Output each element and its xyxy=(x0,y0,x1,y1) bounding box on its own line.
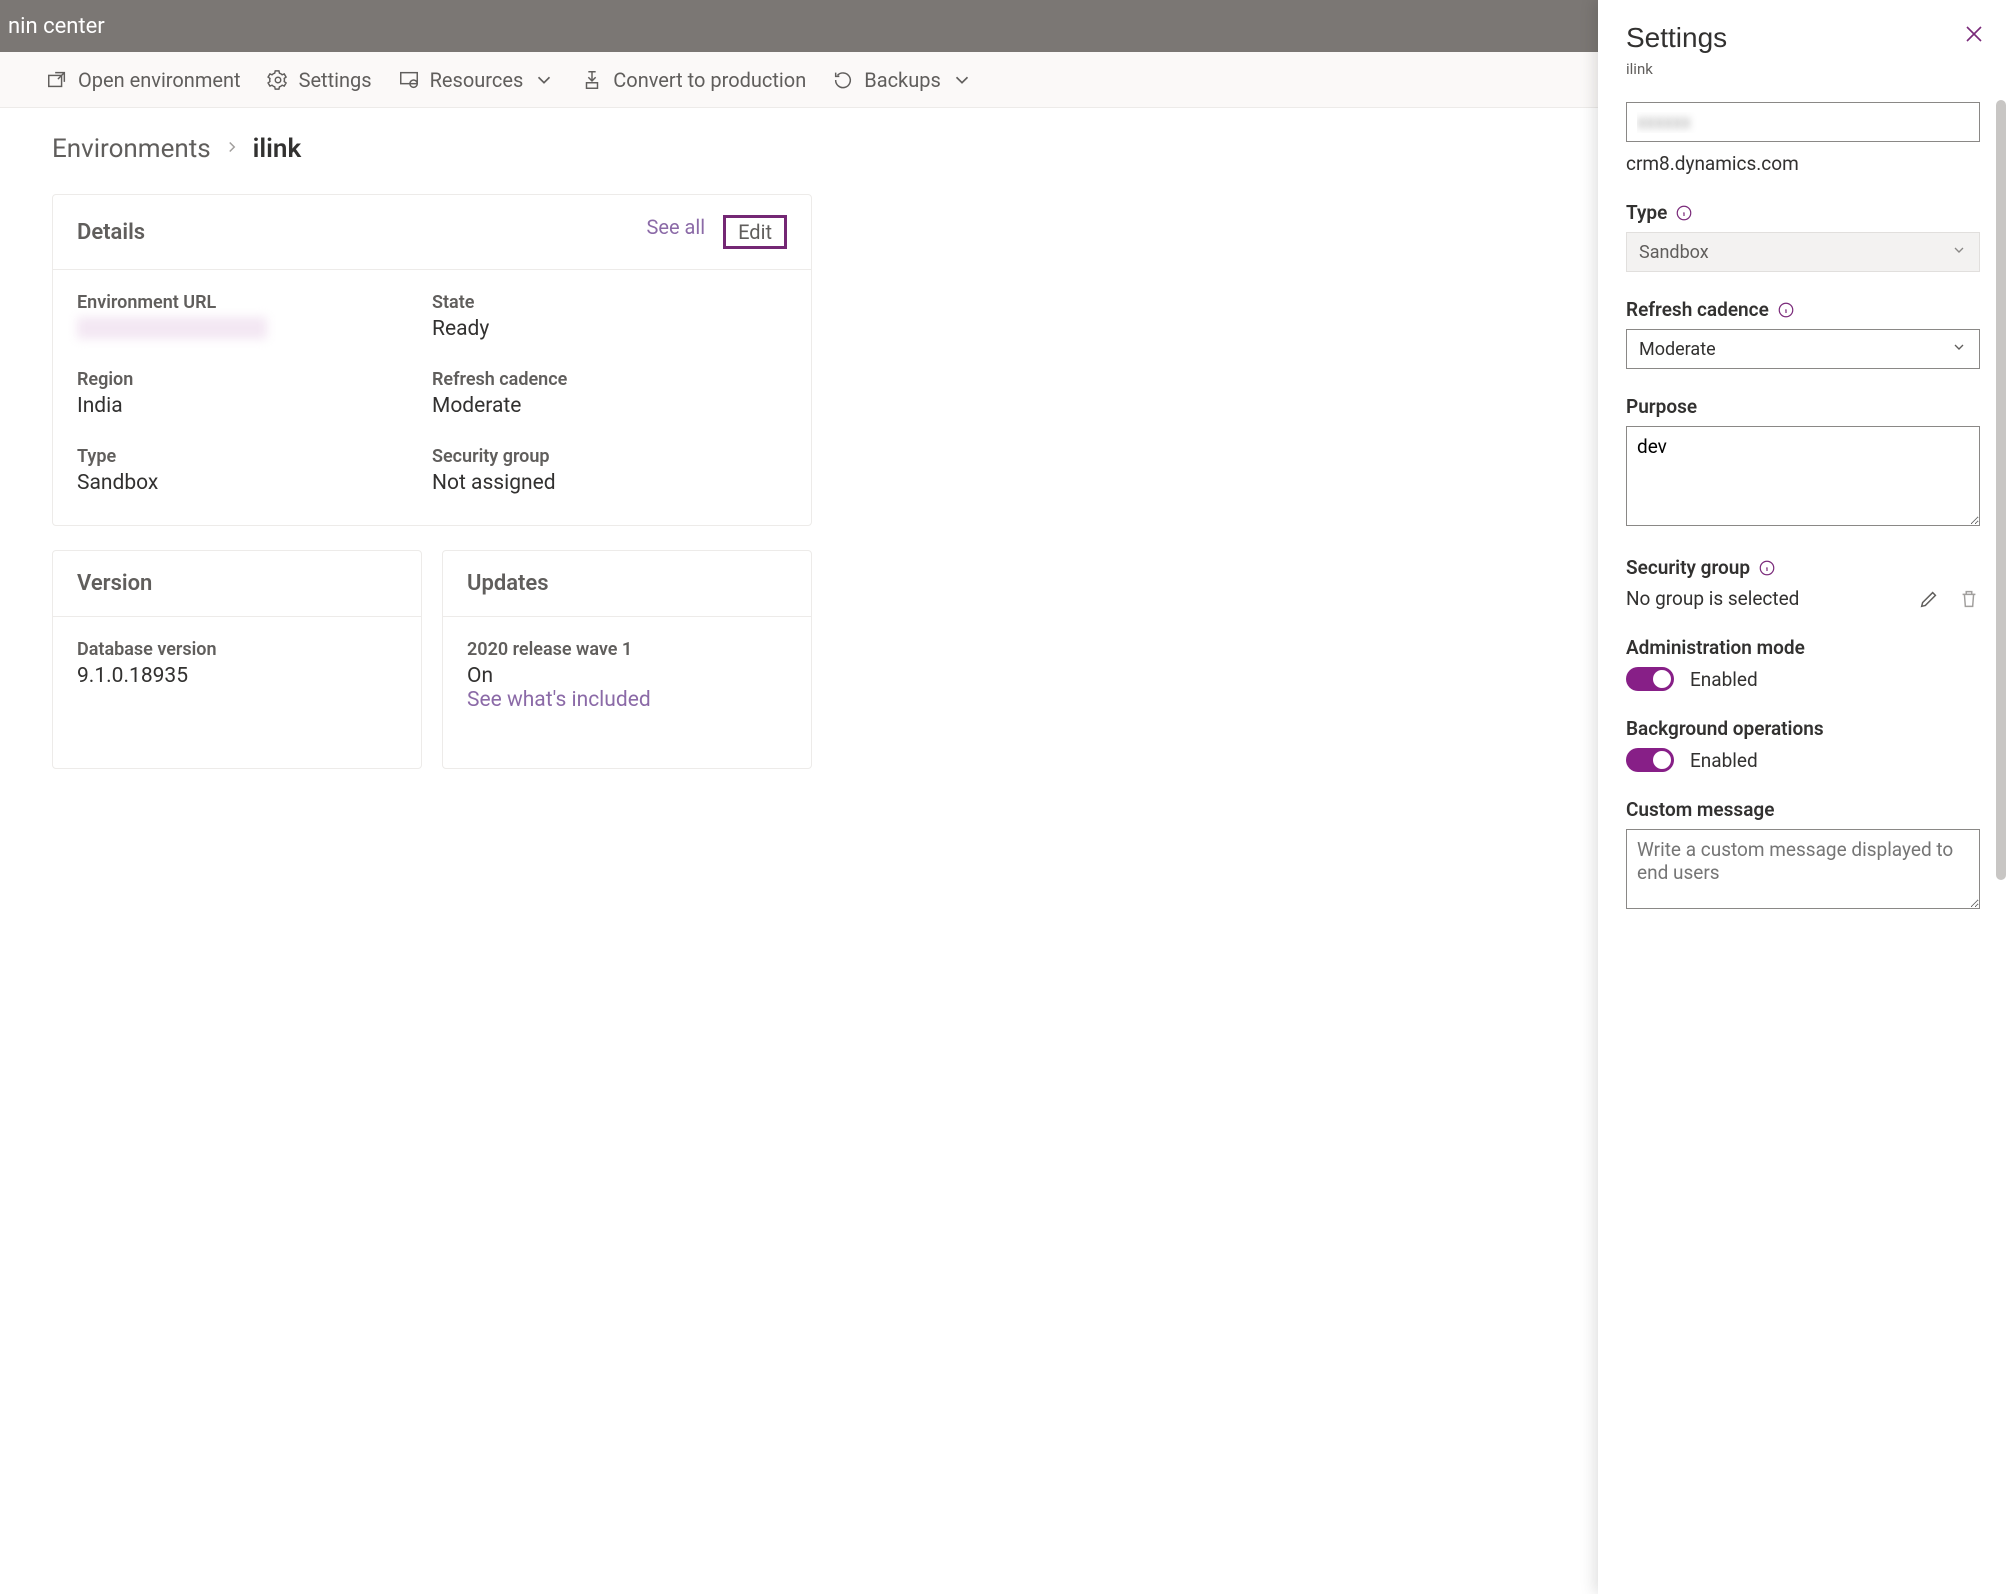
panel-subtitle: ilink xyxy=(1626,60,1980,78)
app-title: nin center xyxy=(8,14,105,39)
refresh-select-value: Moderate xyxy=(1639,339,1716,360)
see-all-link[interactable]: See all xyxy=(646,215,705,249)
state-label: State xyxy=(432,292,787,313)
refresh-value: Moderate xyxy=(432,394,787,418)
bg-ops-value: Enabled xyxy=(1690,749,1758,772)
backups-button[interactable]: Backups xyxy=(832,68,973,92)
settings-button[interactable]: Settings xyxy=(267,68,372,92)
convert-icon xyxy=(581,69,603,91)
purpose-field-label: Purpose xyxy=(1626,395,1697,418)
edit-button[interactable]: Edit xyxy=(723,215,787,249)
type-label: Type xyxy=(77,446,432,467)
release-wave-value: On xyxy=(467,664,787,688)
resources-button[interactable]: Resources xyxy=(398,68,556,92)
db-version-value: 9.1.0.18935 xyxy=(77,664,397,688)
convert-label: Convert to production xyxy=(613,68,806,92)
details-card: Details See all Edit Environment URL Sta… xyxy=(52,194,812,526)
refresh-label: Refresh cadence xyxy=(432,369,787,390)
bg-ops-toggle[interactable] xyxy=(1626,748,1674,772)
updates-card: Updates 2020 release wave 1 On See what'… xyxy=(442,550,812,769)
edit-icon[interactable] xyxy=(1918,588,1940,610)
chevron-down-icon xyxy=(1951,339,1967,360)
backups-label: Backups xyxy=(864,68,941,92)
security-group-label: Security group xyxy=(432,446,787,467)
type-field-label: Type xyxy=(1626,201,1667,224)
url-prefix-input[interactable] xyxy=(1626,102,1980,142)
region-label: Region xyxy=(77,369,432,390)
refresh-select[interactable]: Moderate xyxy=(1626,329,1980,369)
open-environment-button[interactable]: Open environment xyxy=(46,68,241,92)
settings-panel: Settings ilink crm8.dynamics.com Type Sa… xyxy=(1598,0,2008,1594)
url-suffix: crm8.dynamics.com xyxy=(1626,152,1980,175)
details-card-title: Details xyxy=(77,220,145,245)
security-group-field-value: No group is selected xyxy=(1626,587,1799,610)
chevron-right-icon xyxy=(223,137,241,161)
breadcrumb-root[interactable]: Environments xyxy=(52,134,211,164)
gear-icon xyxy=(267,69,289,91)
info-icon[interactable] xyxy=(1758,559,1776,577)
version-card: Version Database version 9.1.0.18935 xyxy=(52,550,422,769)
purpose-textarea[interactable] xyxy=(1626,426,1980,526)
type-value: Sandbox xyxy=(77,471,432,495)
env-url-label: Environment URL xyxy=(77,292,432,313)
state-value: Ready xyxy=(432,317,787,341)
panel-title: Settings xyxy=(1626,22,1980,54)
close-icon[interactable] xyxy=(1962,22,1986,46)
custom-message-textarea[interactable] xyxy=(1626,829,1980,909)
breadcrumb-current: ilink xyxy=(253,134,302,164)
panel-scrollbar[interactable] xyxy=(1994,0,2008,1594)
admin-mode-value: Enabled xyxy=(1690,668,1758,691)
updates-card-title: Updates xyxy=(467,571,549,596)
chevron-down-icon xyxy=(951,69,973,91)
delete-icon[interactable] xyxy=(1958,588,1980,610)
admin-mode-label: Administration mode xyxy=(1626,636,1805,659)
env-url-value xyxy=(77,317,267,339)
refresh-field-label: Refresh cadence xyxy=(1626,298,1769,321)
info-icon[interactable] xyxy=(1777,301,1795,319)
security-group-field-label: Security group xyxy=(1626,556,1750,579)
convert-to-production-button[interactable]: Convert to production xyxy=(581,68,806,92)
admin-mode-toggle[interactable] xyxy=(1626,667,1674,691)
open-environment-icon xyxy=(46,69,68,91)
custom-message-label: Custom message xyxy=(1626,798,1774,821)
chevron-down-icon xyxy=(1951,242,1967,263)
resources-icon xyxy=(398,69,420,91)
see-whats-included-link[interactable]: See what's included xyxy=(467,688,787,712)
resources-label: Resources xyxy=(430,68,524,92)
region-value: India xyxy=(77,394,432,418)
version-card-title: Version xyxy=(77,571,152,596)
bg-ops-label: Background operations xyxy=(1626,717,1824,740)
type-select-value: Sandbox xyxy=(1639,242,1709,263)
security-group-value: Not assigned xyxy=(432,471,787,495)
open-environment-label: Open environment xyxy=(78,68,241,92)
chevron-down-icon xyxy=(533,69,555,91)
info-icon[interactable] xyxy=(1675,204,1693,222)
type-select: Sandbox xyxy=(1626,232,1980,272)
backups-icon xyxy=(832,69,854,91)
settings-label: Settings xyxy=(299,68,372,92)
db-version-label: Database version xyxy=(77,639,397,660)
release-wave-label: 2020 release wave 1 xyxy=(467,639,787,660)
